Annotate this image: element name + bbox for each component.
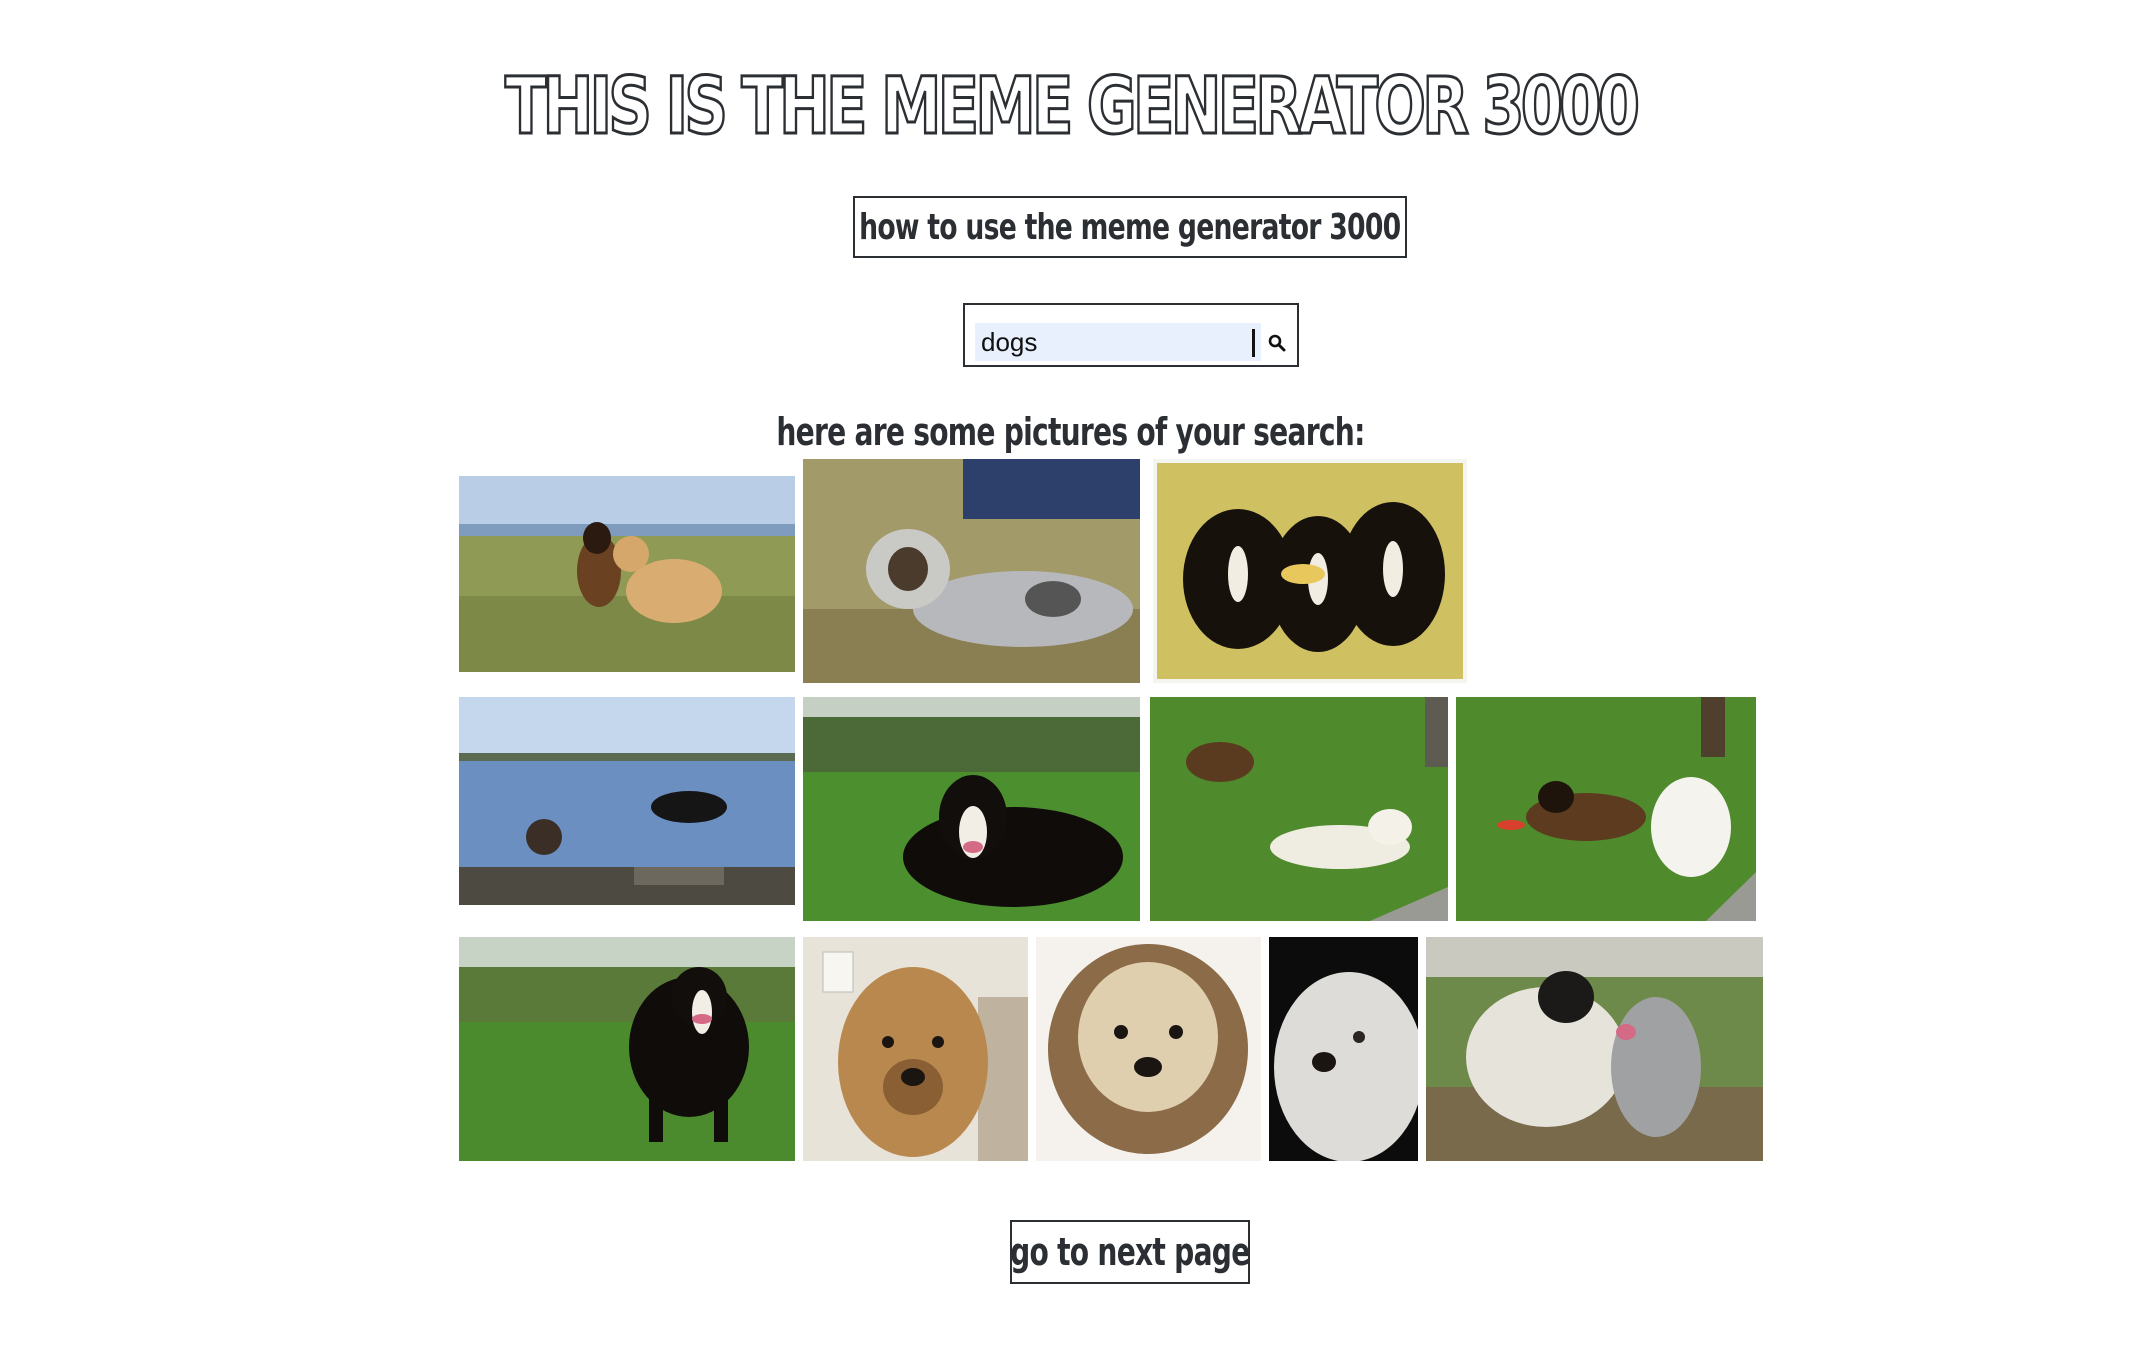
search-input[interactable] — [975, 323, 1261, 361]
photo-three-bernese-puppies[interactable] — [1153, 459, 1467, 683]
text-caret — [1252, 329, 1255, 357]
photo-shepherd-and-retriever-playing[interactable] — [459, 476, 795, 672]
photo-tan-dog-portrait[interactable] — [803, 937, 1028, 1161]
photo-two-dogs-in-lake[interactable] — [459, 697, 795, 905]
photo-scruffy-terrier-portrait[interactable] — [1036, 937, 1261, 1161]
next-page-label: go to next page — [1010, 1230, 1250, 1274]
results-heading: here are some pictures of your search: — [776, 410, 1365, 454]
photo-shepherd-and-white-dog-lawn-2[interactable] — [1456, 697, 1756, 921]
photo-bernese-lying-on-grass[interactable] — [803, 697, 1140, 921]
search-icon[interactable] — [1267, 333, 1287, 353]
next-page-button[interactable]: go to next page — [1010, 1220, 1250, 1284]
photo-australian-shepherd-lying[interactable] — [803, 459, 1140, 683]
page-title: THIS IS THE MEME GENERATOR 3000 — [504, 61, 1641, 154]
photo-bernese-standing[interactable] — [459, 937, 795, 1161]
how-to-use-button[interactable]: how to use the meme generator 3000 — [853, 196, 1407, 258]
how-to-use-label: how to use the meme generator 3000 — [859, 206, 1401, 248]
search-box — [963, 303, 1299, 367]
photo-two-spotted-dogs[interactable] — [1426, 937, 1763, 1161]
photo-white-dog-black-background[interactable] — [1269, 937, 1418, 1161]
photo-shepherd-and-white-dog-lawn[interactable] — [1150, 697, 1448, 921]
